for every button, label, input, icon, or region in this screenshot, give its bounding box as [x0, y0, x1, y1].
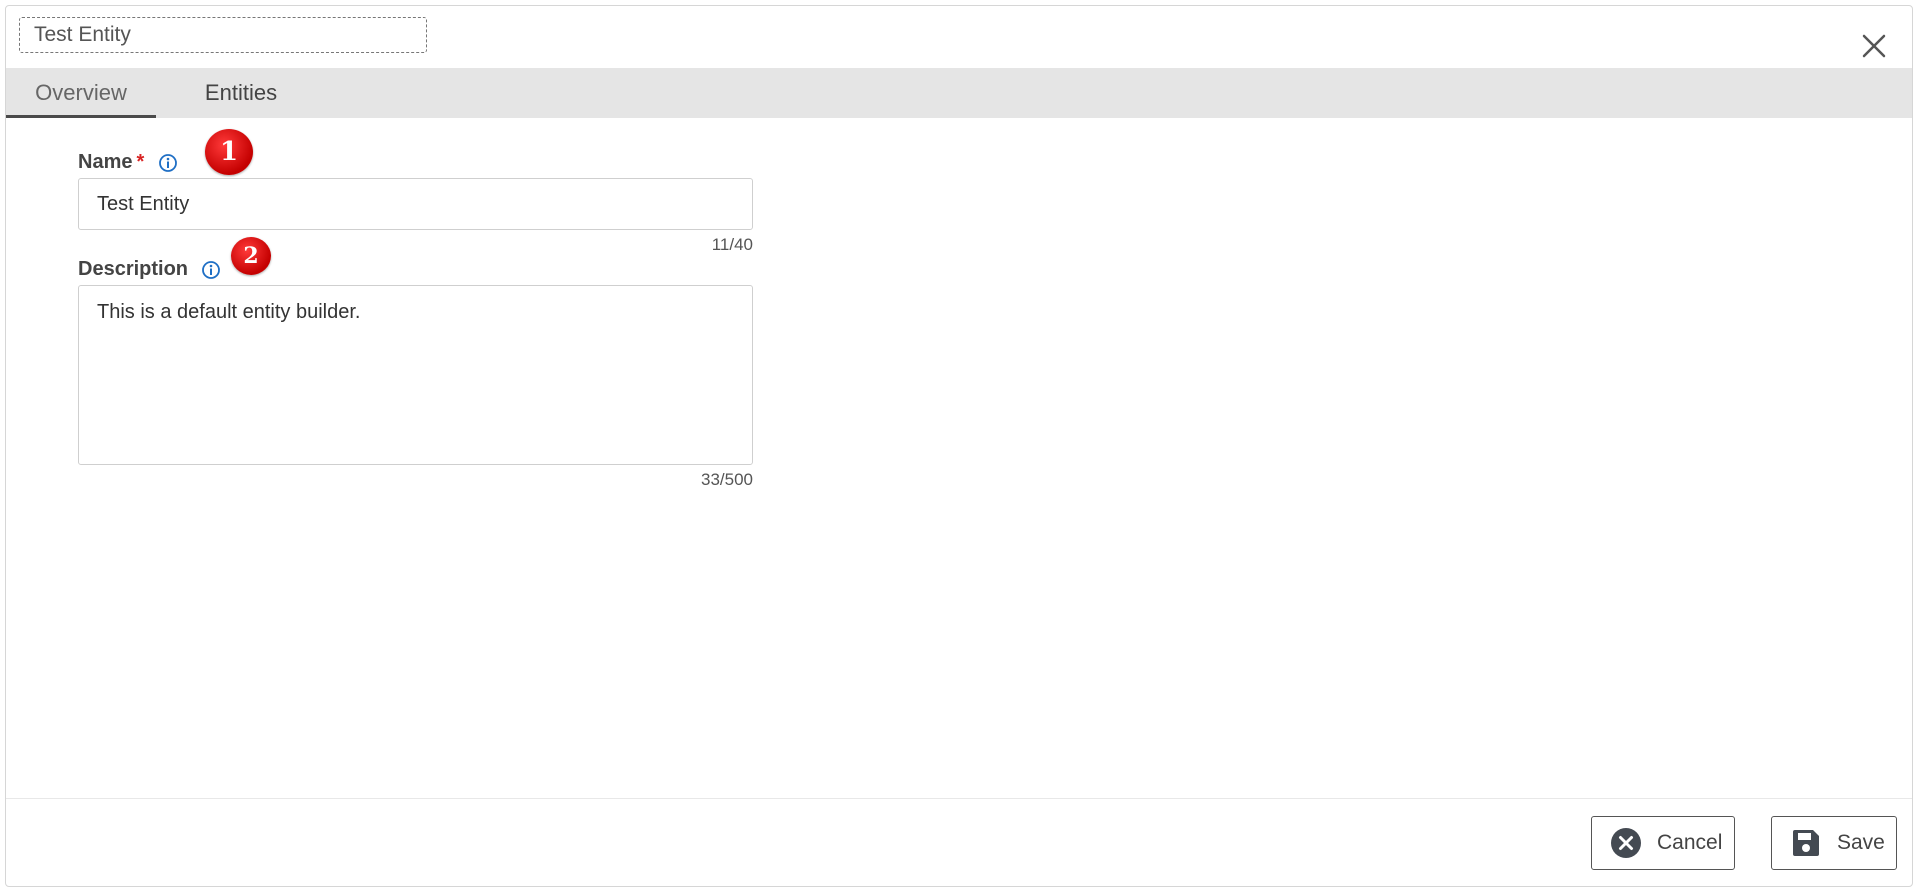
annotation-marker-2: 2	[231, 237, 271, 275]
entity-title-input[interactable]: Test Entity	[19, 17, 427, 53]
cancel-button[interactable]: Cancel	[1591, 816, 1735, 870]
footer-divider	[6, 798, 1912, 799]
entity-dialog: Test Entity Overview Entities Name * 1 Te…	[5, 5, 1913, 887]
name-label-text: Name	[78, 151, 133, 173]
tab-overview[interactable]: Overview	[6, 68, 156, 118]
required-asterisk: *	[136, 151, 145, 173]
name-input[interactable]: Test Entity	[78, 178, 753, 230]
cancel-circle-icon	[1610, 827, 1642, 859]
save-button-label: Save	[1837, 831, 1885, 854]
close-icon[interactable]	[1858, 30, 1890, 62]
floppy-disk-icon	[1790, 827, 1822, 859]
tab-bar: Overview Entities	[6, 68, 1912, 118]
name-label: Name *	[78, 151, 144, 174]
description-textarea[interactable]: This is a default entity builder.	[78, 285, 753, 465]
name-info-icon[interactable]	[158, 153, 178, 173]
description-label: Description	[78, 258, 189, 280]
name-char-counter: 11/40	[711, 235, 753, 254]
tab-entities[interactable]: Entities	[186, 68, 296, 118]
save-button[interactable]: Save	[1771, 816, 1897, 870]
cancel-button-label: Cancel	[1657, 831, 1723, 854]
description-info-icon[interactable]	[201, 260, 221, 280]
annotation-marker-1: 1	[205, 129, 253, 175]
description-char-counter: 33/500	[701, 470, 753, 489]
